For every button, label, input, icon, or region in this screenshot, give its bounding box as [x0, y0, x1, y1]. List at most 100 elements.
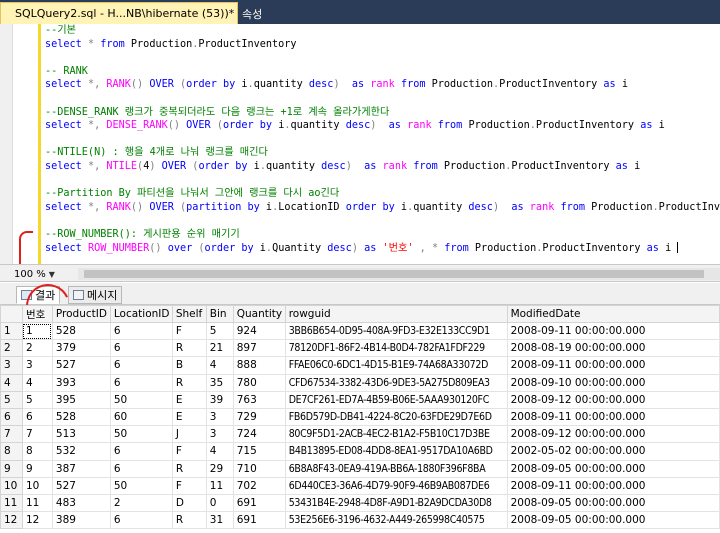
table-cell[interactable]: FB6D579D-DB41-4224-8C20-63FDE29D7E6D: [284, 407, 508, 427]
table-cell[interactable]: 29: [205, 459, 234, 478]
code-line[interactable]: --기본: [45, 24, 720, 38]
table-cell[interactable]: 6: [109, 459, 173, 478]
table-cell[interactable]: 31: [205, 511, 234, 530]
table-cell[interactable]: 528: [51, 321, 111, 341]
table-cell[interactable]: 4: [205, 356, 234, 375]
table-cell[interactable]: 389: [51, 511, 111, 530]
code-line[interactable]: --DENSE_RANK 랭크가 중복되더라도 다음 랭크는 +1로 계속 올라…: [45, 106, 720, 120]
table-cell[interactable]: 2: [109, 493, 173, 513]
table-cell[interactable]: 780: [232, 373, 286, 392]
column-header[interactable]: rowguid: [284, 305, 508, 323]
table-row[interactable]: 10 10 527 50 F 11 702 6D440CE3-36A6-4D79-90F9-4…: [0, 476, 720, 495]
table-cell[interactable]: 53431B4E-2948-4D8F-A9D1-B2A9DCDA30D8: [284, 493, 508, 513]
code-line[interactable]: [45, 214, 720, 228]
table-cell[interactable]: 6B8A8F43-0EA9-419A-BB6A-1880F396F8BA: [284, 459, 508, 478]
table-cell[interactable]: 9: [21, 459, 53, 478]
table-cell[interactable]: 4: [205, 442, 234, 461]
table-cell[interactable]: 2008-08-19 00:00:00.000: [506, 339, 720, 358]
table-cell[interactable]: R: [171, 511, 207, 530]
tab-properties[interactable]: 속성: [242, 6, 262, 22]
table-cell[interactable]: 53E256E6-3196-4632-A449-265998C40575: [284, 511, 508, 530]
row-number-cell[interactable]: 10: [0, 476, 23, 495]
table-cell[interactable]: 2008-09-10 00:00:00.000: [506, 373, 720, 392]
table-row[interactable]: 9 9 387 6 R 29 710 6B8A8F43-0EA9-419A-BB6A-1880…: [0, 459, 720, 478]
table-cell[interactable]: 2008-09-12 00:00:00.000: [506, 390, 720, 409]
table-cell[interactable]: 763: [232, 390, 286, 409]
code-line[interactable]: select *, DENSE_RANK() OVER (order by i.…: [45, 119, 720, 133]
code-line[interactable]: select ROW_NUMBER() over (order by i.Qua…: [45, 242, 720, 256]
table-cell[interactable]: R: [171, 459, 207, 478]
table-cell[interactable]: 60: [109, 407, 173, 427]
row-number-cell[interactable]: 4: [0, 373, 23, 392]
code-line[interactable]: select *, NTILE(4) OVER (order by i.quan…: [45, 160, 720, 174]
table-cell[interactable]: 2008-09-05 00:00:00.000: [506, 511, 720, 530]
code-line[interactable]: select *, RANK() OVER (order by i.quanti…: [45, 78, 720, 92]
table-cell[interactable]: 10: [21, 476, 53, 495]
table-cell[interactable]: 3: [205, 425, 234, 444]
table-cell[interactable]: 2: [21, 339, 53, 358]
table-cell[interactable]: 2008-09-11 00:00:00.000: [506, 321, 720, 341]
row-number-header[interactable]: [0, 305, 23, 323]
code-line[interactable]: select *, RANK() OVER (partition by i.Lo…: [45, 201, 720, 215]
table-cell[interactable]: 12: [21, 511, 53, 530]
table-row[interactable]: 8 8 532 6 F 4 715 B4B13895-ED08-4DD8-8EA1-9517D…: [0, 442, 720, 461]
table-cell[interactable]: F: [171, 321, 207, 341]
table-row[interactable]: 11 11 483 2 D 0 691 53431B4E-2948-4D8F-A9D1-B2A…: [0, 493, 720, 513]
table-cell[interactable]: 387: [51, 459, 111, 478]
table-cell[interactable]: 729: [232, 407, 286, 427]
table-cell[interactable]: 39: [205, 390, 234, 409]
table-cell[interactable]: 393: [51, 373, 111, 392]
code-line[interactable]: [45, 174, 720, 188]
row-number-cell[interactable]: 8: [0, 442, 23, 461]
code-line[interactable]: [45, 133, 720, 147]
row-number-cell[interactable]: 3: [0, 356, 23, 375]
table-cell[interactable]: 532: [51, 442, 111, 461]
row-number-cell[interactable]: 9: [0, 459, 23, 478]
table-cell[interactable]: 3: [21, 356, 53, 375]
table-cell[interactable]: R: [171, 373, 207, 392]
table-cell[interactable]: 50: [109, 476, 173, 495]
table-cell[interactable]: 483: [51, 493, 111, 513]
code-line[interactable]: --ROW_NUMBER(): 게시판용 순위 매기기: [45, 228, 720, 242]
table-cell[interactable]: 724: [232, 425, 286, 444]
table-cell[interactable]: 5: [21, 390, 53, 409]
table-cell[interactable]: 3BB6B654-0D95-408A-9FD3-E32E133CC9D1: [284, 321, 508, 341]
table-row[interactable]: 12 12 389 6 R 31 691 53E256E6-3196-4632-A449-26…: [0, 511, 720, 530]
table-cell[interactable]: 6: [109, 511, 173, 530]
column-header[interactable]: 번호: [21, 305, 53, 323]
table-cell[interactable]: 6D440CE3-36A6-4D79-90F9-46B9AB087DE6: [284, 476, 508, 495]
table-cell[interactable]: 1: [21, 321, 53, 341]
table-cell[interactable]: 50: [109, 390, 173, 409]
column-header[interactable]: Shelf: [171, 305, 207, 323]
table-cell[interactable]: 11: [21, 493, 53, 513]
column-header[interactable]: ModifiedDate: [506, 305, 720, 323]
zoom-dropdown[interactable]: 100 % ▼: [14, 267, 74, 281]
table-cell[interactable]: E: [171, 390, 207, 409]
code-line[interactable]: select * from Production.ProductInventor…: [45, 38, 720, 52]
table-cell[interactable]: 897: [232, 339, 286, 358]
table-cell[interactable]: 8: [21, 442, 53, 461]
tab-messages[interactable]: 메시지: [68, 286, 123, 304]
table-cell[interactable]: 691: [232, 493, 286, 513]
table-cell[interactable]: 6: [109, 442, 173, 461]
table-cell[interactable]: 2002-05-02 00:00:00.000: [506, 442, 720, 461]
table-cell[interactable]: 3: [205, 407, 234, 427]
table-cell[interactable]: 2008-09-12 00:00:00.000: [506, 425, 720, 444]
chevron-down-icon[interactable]: ▼: [49, 270, 55, 279]
table-cell[interactable]: 2008-09-11 00:00:00.000: [506, 356, 720, 375]
row-number-cell[interactable]: 7: [0, 425, 23, 444]
row-number-cell[interactable]: 11: [0, 493, 23, 513]
table-cell[interactable]: 78120DF1-86F2-4B14-B0D4-782FA1FDF229: [284, 339, 508, 358]
table-cell[interactable]: 2008-09-11 00:00:00.000: [506, 476, 720, 495]
table-cell[interactable]: 395: [51, 390, 111, 409]
table-cell[interactable]: 6: [21, 407, 53, 427]
table-cell[interactable]: 379: [51, 339, 111, 358]
scrollbar-thumb[interactable]: [84, 270, 704, 278]
table-cell[interactable]: 6: [109, 339, 173, 358]
table-cell[interactable]: 702: [232, 476, 286, 495]
table-row[interactable]: 2 2 379 6 R 21 897 78120DF1-86F2-4B14-B0D4-782F…: [0, 339, 720, 358]
sql-editor[interactable]: --기본 select * from Production.ProductInve…: [0, 24, 720, 271]
code-line[interactable]: [45, 51, 720, 65]
horizontal-scrollbar[interactable]: [78, 268, 720, 280]
table-cell[interactable]: B: [171, 356, 207, 375]
